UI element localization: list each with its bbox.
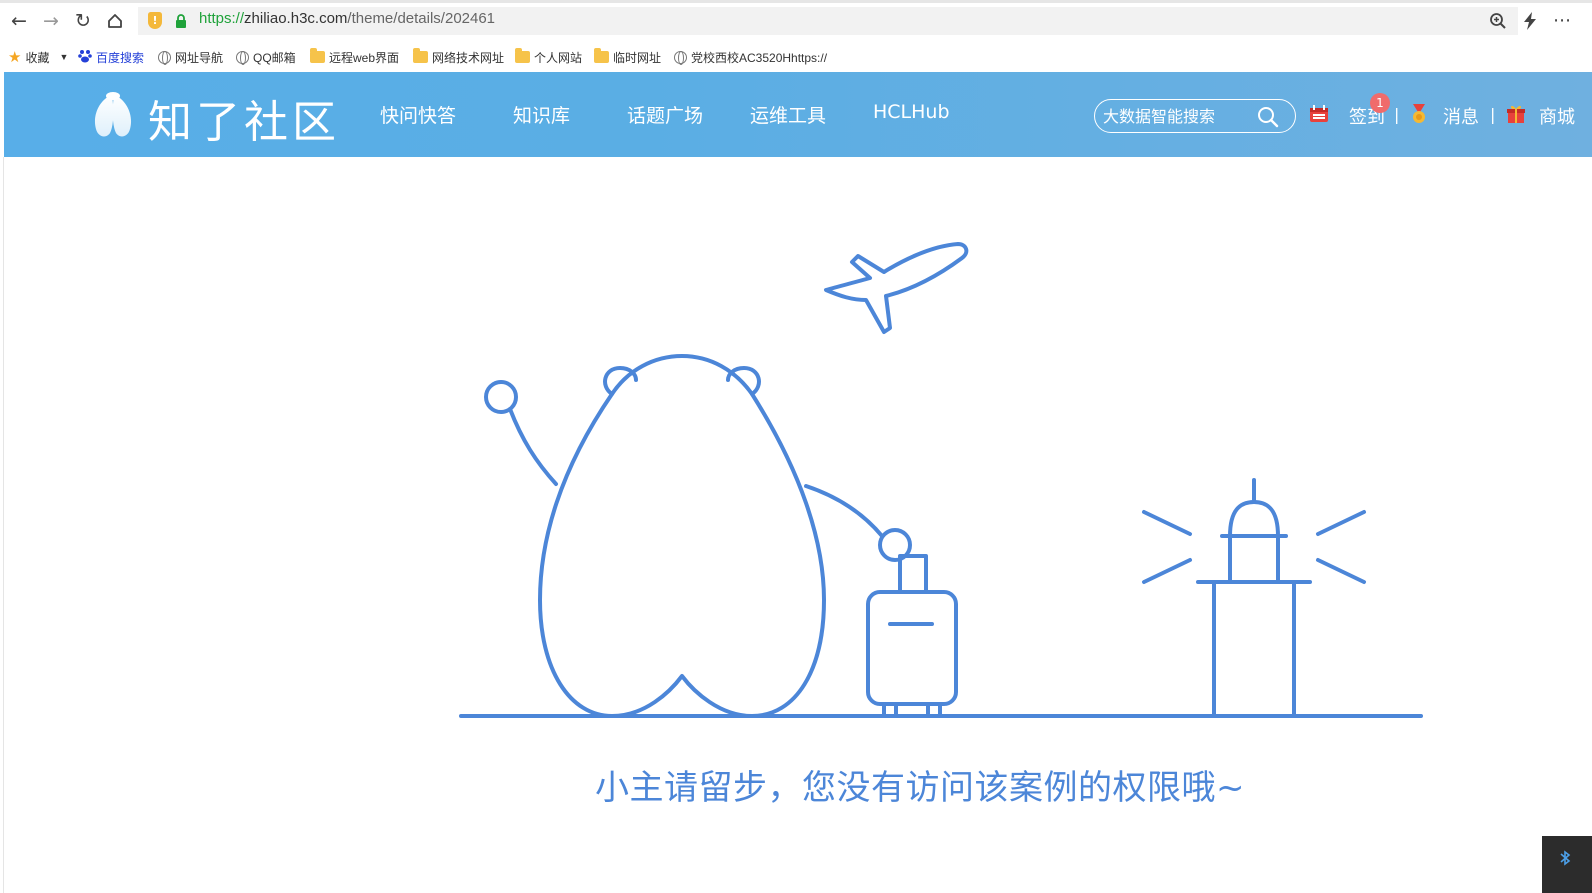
globe-icon [158,50,171,65]
airplane-icon [824,242,969,334]
caret-down-icon[interactable]: ▼ [59,52,68,62]
bear-icon [484,354,912,718]
globe-icon [236,50,249,65]
calendar-icon [1310,105,1328,122]
floating-widget[interactable] [1542,836,1592,893]
separator: | [1394,105,1400,124]
home-icon[interactable] [102,8,128,34]
bookmark-label: 临时网址 [613,50,662,65]
bookmark-qqmail[interactable]: QQ邮箱 [236,47,296,67]
nav-hclhub[interactable]: HCLHub [873,101,950,123]
bookmark-baidu[interactable]: 百度搜索 [78,47,144,67]
search-input[interactable] [1103,105,1253,127]
bookmark-label: 百度搜索 [96,50,145,65]
folder-icon [515,48,530,63]
globe-icon [674,50,687,65]
bookmarks-bar: ★ 收藏 ▼ 百度搜索 网址导航 QQ邮箱 远程web界面 网络技术网址 个人网… [0,42,1592,72]
zoom-icon[interactable] [1486,9,1510,33]
lightning-icon[interactable] [1518,9,1542,33]
bookmark-label: 网络技术网址 [432,50,505,65]
bookmark-label: 收藏 [25,50,50,65]
bookmark-label: QQ邮箱 [253,50,296,65]
gift-icon [1507,105,1525,123]
baidu-icon [78,49,92,66]
bookmark-label: 远程web界面 [329,50,400,65]
separator: | [1490,105,1496,124]
folder-icon [310,48,325,63]
messages-link[interactable]: 消息 [1443,103,1479,129]
medal-icon [1413,104,1425,123]
lighthouse-icon [1142,478,1366,718]
tab-strip-edge [0,0,1592,3]
no-permission-message: 小主请留步，您没有访问该案例的权限哦~ [595,768,1245,808]
bookmark-label: 个人网站 [534,50,583,65]
bookmark-network-tech[interactable]: 网络技术网址 [413,47,504,67]
url-text[interactable]: https://zhiliao.h3c.com/theme/details/20… [199,10,495,27]
browser-toolbar: ← → ↻ ! https://zhiliao.h3c.com/theme/de… [0,0,1592,42]
back-icon[interactable]: ← [6,8,32,34]
suitcase-icon [866,554,958,716]
bookmark-remote-web[interactable]: 远程web界面 [310,47,399,67]
bookmark-favorites[interactable]: ★ 收藏 ▼ [8,47,68,67]
lock-icon [176,14,186,28]
shield-icon[interactable]: ! [148,12,162,29]
nav-topic-square[interactable]: 话题广场 [627,101,703,128]
bookmark-label: 网址导航 [175,50,224,65]
cicada-logo-icon[interactable] [90,89,136,141]
search-icon[interactable] [1257,106,1279,128]
reload-icon[interactable]: ↻ [70,8,96,34]
star-icon: ★ [8,49,22,66]
more-icon[interactable]: ⋯ [1550,9,1574,33]
nav-ops-tools[interactable]: 运维工具 [750,101,826,128]
nav-quick-qa[interactable]: 快问快答 [380,101,456,128]
bookmark-temp[interactable]: 临时网址 [594,47,661,67]
folder-icon [413,48,428,63]
search-box [1094,99,1296,133]
nav-knowledge-base[interactable]: 知识库 [513,101,570,128]
shop-link[interactable]: 商城 [1539,103,1575,129]
bookmark-nav[interactable]: 网址导航 [158,47,223,67]
forward-icon[interactable]: → [38,8,64,34]
bookmark-personal-site[interactable]: 个人网站 [515,47,582,67]
bookmark-label: 党校西校AC3520Hhttps:// [691,50,828,65]
site-header: 知了社区 快问快答 知识库 话题广场 运维工具 HCLHub 签到 | 消息 |… [4,72,1592,157]
signin-badge: 1 [1370,93,1390,113]
bluetooth-icon [1560,850,1571,866]
bookmark-ac3520[interactable]: 党校西校AC3520Hhttps:// [674,47,827,67]
logo-text[interactable]: 知了社区 [148,86,340,150]
folder-icon [594,48,609,63]
